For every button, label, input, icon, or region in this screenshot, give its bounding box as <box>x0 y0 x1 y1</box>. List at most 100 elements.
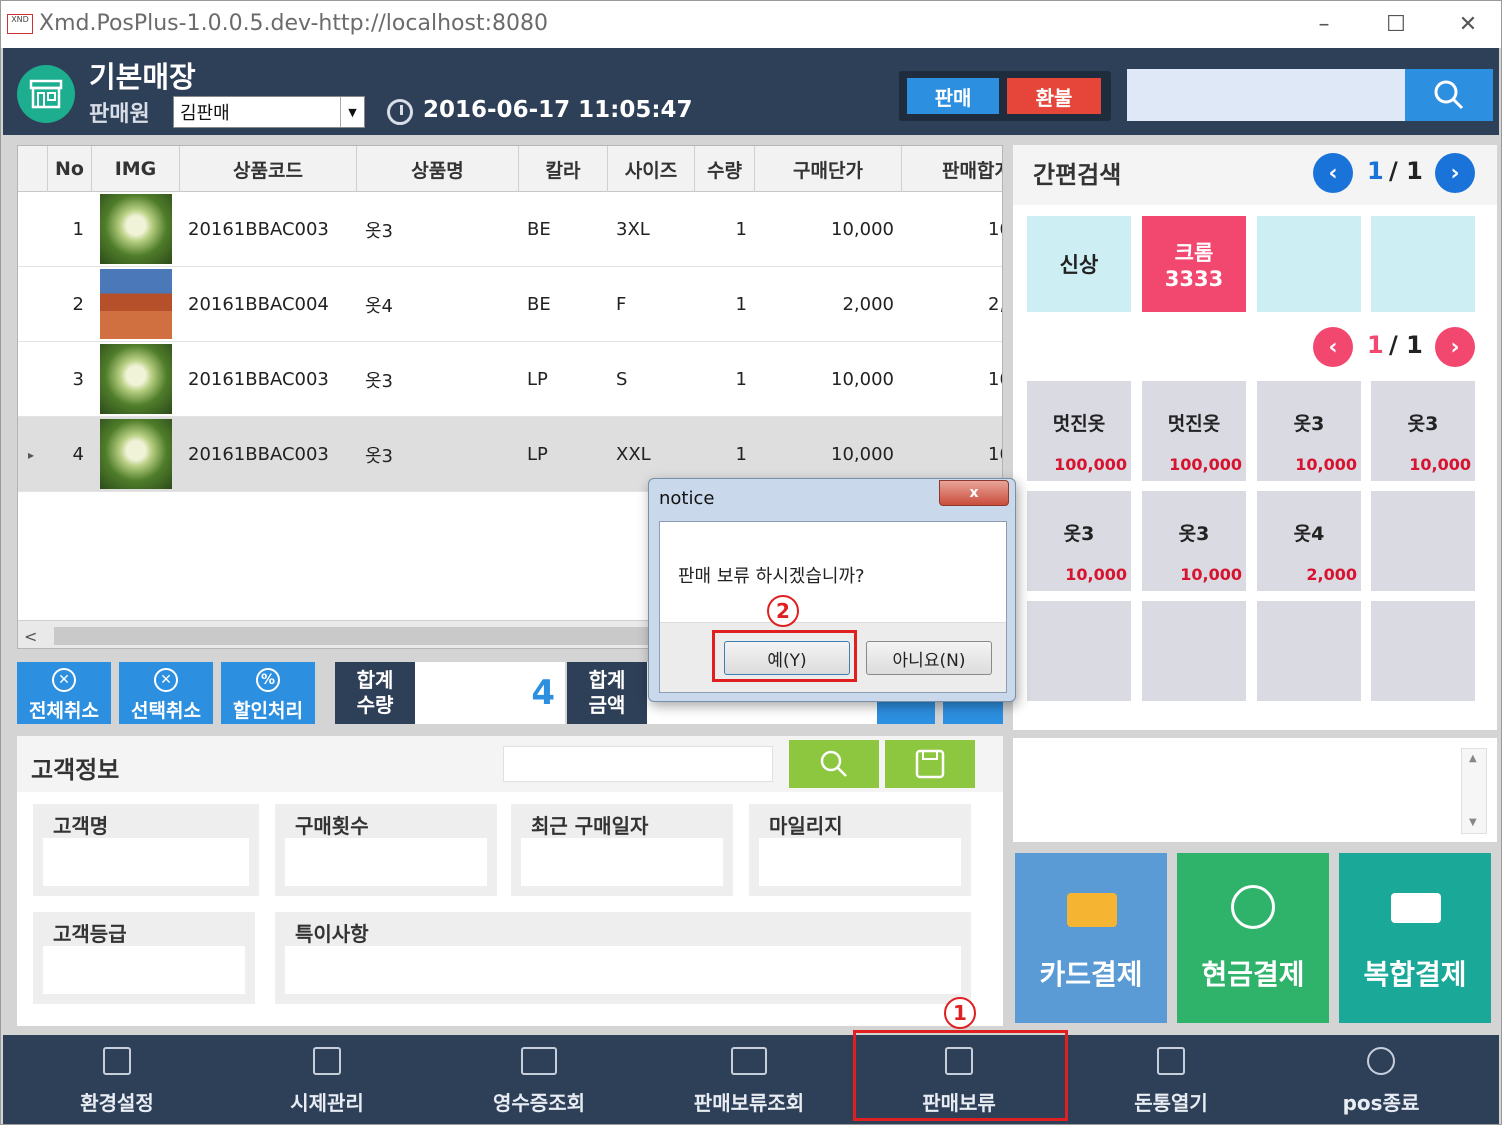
col-no[interactable]: No <box>48 146 92 192</box>
product-tile[interactable]: 멋진옷 100,000 <box>1027 381 1131 481</box>
product-price: 100,000 <box>1054 455 1127 474</box>
cell-color: LP <box>527 369 548 390</box>
amount-action-button[interactable] <box>877 701 935 724</box>
product-page-current: 1 <box>1367 331 1384 359</box>
customer-search-button[interactable] <box>789 740 879 788</box>
refund-mode-button[interactable]: 환불 <box>1007 78 1101 114</box>
customer-grade-value[interactable] <box>43 946 245 994</box>
cancel-selected-button[interactable]: ✕ 선택취소 <box>119 662 213 724</box>
col-img[interactable]: IMG <box>92 146 180 192</box>
receipt-search-button[interactable]: 영수증조회 <box>433 1035 645 1124</box>
product-thumbnail <box>100 269 172 339</box>
cancel-all-button[interactable]: ✕ 전체취소 <box>17 662 111 724</box>
no-button[interactable]: 아니요(N) <box>866 641 992 675</box>
product-next-button[interactable]: › <box>1435 327 1475 367</box>
cell-no: 4 <box>72 444 84 465</box>
search-button[interactable] <box>1405 69 1493 121</box>
cell-qty: 1 <box>735 219 747 240</box>
minimize-button[interactable]: – <box>1301 7 1347 41</box>
product-tile[interactable]: 옷3 10,000 <box>1142 491 1246 591</box>
card-payment-button[interactable]: 카드결제 <box>1015 853 1167 1023</box>
last-purchase-value[interactable] <box>521 838 723 886</box>
amount-action-button[interactable] <box>943 701 1003 724</box>
bank-card-icon <box>1067 893 1117 927</box>
scroll-down-icon[interactable]: ▼ <box>1469 817 1477 828</box>
cell-code: 20161BBAC003 <box>188 369 329 390</box>
cell-total: 2,000 <box>988 294 1002 315</box>
product-tile-empty[interactable] <box>1371 491 1475 591</box>
category-next-button[interactable]: › <box>1435 153 1475 193</box>
col-size[interactable]: 사이즈 <box>608 146 695 192</box>
category-prev-button[interactable]: ‹ <box>1313 153 1353 193</box>
time-mgmt-button[interactable]: 시제관리 <box>221 1035 433 1124</box>
discount-button[interactable]: % 할인처리 <box>221 662 315 724</box>
cell-price: 10,000 <box>831 219 894 240</box>
purchase-count-label: 구매횟수 <box>295 814 369 838</box>
customer-save-button[interactable] <box>885 740 975 788</box>
bottom-toolbar: 환경설정 시제관리 영수증조회 판매보류조회 판매보류 돈통열기 pos종료 <box>3 1035 1499 1124</box>
col-qty[interactable]: 수량 <box>695 146 755 192</box>
category-page-total: / 1 <box>1389 157 1423 185</box>
category-tile[interactable] <box>1371 216 1475 312</box>
total-amt-label-line1: 합계 <box>588 668 626 692</box>
product-tile[interactable]: 옷3 10,000 <box>1027 491 1131 591</box>
table-row[interactable]: 2 20161BBAC004 옷4 BE F 1 2,000 2,000 <box>18 267 1002 342</box>
search-icon <box>820 750 847 777</box>
product-tile[interactable]: 옷4 2,000 <box>1257 491 1361 591</box>
product-tile-empty[interactable] <box>1027 601 1131 701</box>
product-tile[interactable]: 옷3 10,000 <box>1257 381 1361 481</box>
table-row[interactable]: 1 20161BBAC003 옷3 BE 3XL 1 10,000 10,000 <box>18 192 1002 267</box>
product-tile-empty[interactable] <box>1257 601 1361 701</box>
col-name[interactable]: 상품명 <box>357 146 519 192</box>
scroll-thumb[interactable] <box>54 627 654 645</box>
col-color[interactable]: 칼라 <box>519 146 608 192</box>
product-tile[interactable]: 옷3 10,000 <box>1371 381 1475 481</box>
receipt-search-label: 영수증조회 <box>493 1091 585 1115</box>
customer-header: 고객정보 <box>17 736 1003 792</box>
memo-area[interactable]: ▲ ▼ <box>1013 738 1497 842</box>
scroll-up-icon[interactable]: ▲ <box>1469 753 1477 764</box>
settings-label: 환경설정 <box>80 1091 154 1115</box>
cell-qty: 1 <box>735 369 747 390</box>
vertical-scrollbar[interactable]: ▲ ▼ <box>1461 748 1487 834</box>
mixed-payment-button[interactable]: 복합결제 <box>1339 853 1491 1023</box>
col-code[interactable]: 상품코드 <box>180 146 357 192</box>
save-icon <box>915 749 945 779</box>
product-tile-empty[interactable] <box>1371 601 1475 701</box>
copy-icon <box>103 1047 131 1075</box>
table-row[interactable]: 3 20161BBAC003 옷3 LP S 1 10,000 10,000 <box>18 342 1002 417</box>
open-drawer-button[interactable]: 돈통열기 <box>1065 1035 1277 1124</box>
chevron-left-icon: ‹ <box>1328 334 1338 360</box>
category-tile[interactable]: 신상 <box>1027 216 1131 312</box>
cash-payment-button[interactable]: 현금결제 <box>1177 853 1329 1023</box>
product-prev-button[interactable]: ‹ <box>1313 327 1353 367</box>
product-tile[interactable]: 멋진옷 100,000 <box>1142 381 1246 481</box>
cell-code: 20161BBAC003 <box>188 444 329 465</box>
col-total[interactable]: 판매합계 <box>902 146 1002 192</box>
notes-value[interactable] <box>285 946 961 994</box>
scroll-left-arrow[interactable]: < <box>24 627 37 646</box>
maximize-button[interactable]: ☐ <box>1373 7 1419 41</box>
purchase-count-value[interactable] <box>285 838 487 886</box>
seller-select[interactable]: 김판매 ▼ <box>173 96 365 128</box>
hold-search-button[interactable]: 판매보류조회 <box>643 1035 855 1124</box>
cell-name: 옷3 <box>365 370 394 392</box>
close-window-button[interactable]: ✕ <box>1445 7 1491 41</box>
cash-register-icon <box>1157 1047 1185 1075</box>
dialog-close-button[interactable]: x <box>939 480 1009 506</box>
product-price: 10,000 <box>1065 565 1127 584</box>
customer-search-input[interactable] <box>503 746 773 782</box>
pos-exit-button[interactable]: pos종료 <box>1275 1035 1487 1124</box>
sale-mode-button[interactable]: 판매 <box>907 78 999 114</box>
category-tile[interactable]: 크롬 3333 <box>1142 216 1246 312</box>
col-price[interactable]: 구매단가 <box>755 146 902 192</box>
notes-label: 특이사항 <box>295 922 369 946</box>
mileage-value[interactable] <box>759 838 961 886</box>
product-search-input[interactable] <box>1127 69 1405 121</box>
settings-button[interactable]: 환경설정 <box>11 1035 223 1124</box>
cell-color: LP <box>527 444 548 465</box>
category-tile[interactable] <box>1257 216 1361 312</box>
product-tile-empty[interactable] <box>1142 601 1246 701</box>
customer-name-value[interactable] <box>43 838 249 886</box>
product-name: 옷3 <box>1063 523 1095 545</box>
